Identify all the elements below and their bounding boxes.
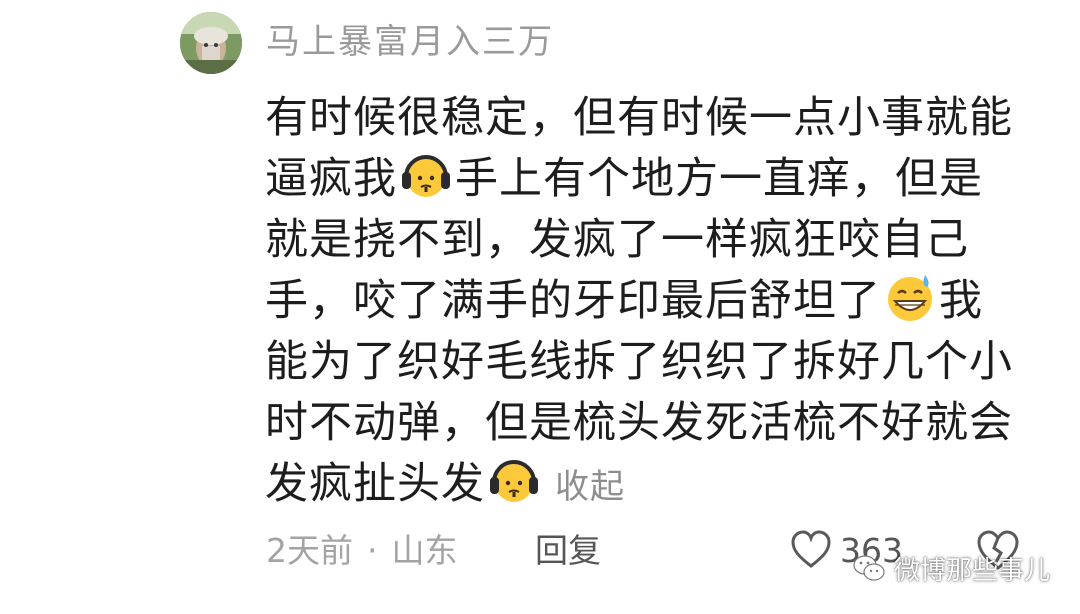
avatar-image — [180, 12, 242, 74]
comment-line: 逼疯我 手上有个地方一直痒，但是 — [265, 149, 1045, 210]
grin-sweat-emoji — [888, 275, 932, 321]
comment-text: 有时候很稳定，但有时候一点小事就能 — [265, 93, 1013, 143]
watermark-text: 微博那些事儿 — [893, 555, 1050, 586]
watermark: 微博那些事儿 — [852, 548, 1050, 588]
comment-line: 就是挠不到，发疯了一样疯狂咬自己 — [265, 210, 1045, 271]
comment-text: 手，咬了满手的牙印最后舒坦了 — [265, 276, 881, 326]
comment-text: 逼疯我 — [265, 154, 397, 204]
comment-line: 时不动弹，但是梳头发死活梳不好就会 — [265, 393, 1045, 454]
comment-line: 手，咬了满手的牙印最后舒坦了 我 — [265, 271, 1045, 332]
comment-screenshot: 马上暴富月入三万 有时候很稳定，但有时候一点小事就能 逼疯我 手上有个地方一直痒… — [0, 0, 1080, 614]
comment-text: 手上有个地方一直痒，但是 — [455, 154, 983, 204]
comment-username[interactable]: 马上暴富月入三万 — [266, 20, 554, 64]
comment-time: 2天前 — [266, 531, 353, 570]
comment-text: 就是挠不到，发疯了一样疯狂咬自己 — [265, 215, 969, 265]
reply-button[interactable]: 回复 — [535, 528, 601, 574]
heart-icon[interactable] — [790, 530, 832, 570]
headphones-face-emoji — [402, 155, 450, 197]
wechat-icon — [853, 555, 885, 581]
comment-line: 能为了织好毛线拆了织织了拆好几个小 — [265, 332, 1045, 393]
comment-line: 发疯扯头发 收起 — [265, 454, 1045, 515]
collapse-button[interactable]: 收起 — [555, 467, 625, 507]
comment-text: 时不动弹，但是梳头发死活梳不好就会 — [265, 398, 1013, 448]
avatar[interactable] — [180, 12, 242, 74]
comment-text: 发疯扯头发 — [265, 459, 485, 509]
comment-text: 能为了织好毛线拆了织织了拆好几个小 — [265, 337, 1013, 387]
comment-text: 我 — [939, 276, 983, 326]
comment-body: 有时候很稳定，但有时候一点小事就能 逼疯我 手上有个地方一直痒，但是 就是挠不到… — [265, 88, 1045, 515]
comment-location: 山东 — [391, 531, 458, 570]
meta-separator: · — [367, 531, 378, 570]
comment-meta: 2天前 · 山东 — [266, 528, 458, 574]
headphones-face-emoji — [490, 460, 538, 502]
comment-line: 有时候很稳定，但有时候一点小事就能 — [265, 88, 1045, 149]
